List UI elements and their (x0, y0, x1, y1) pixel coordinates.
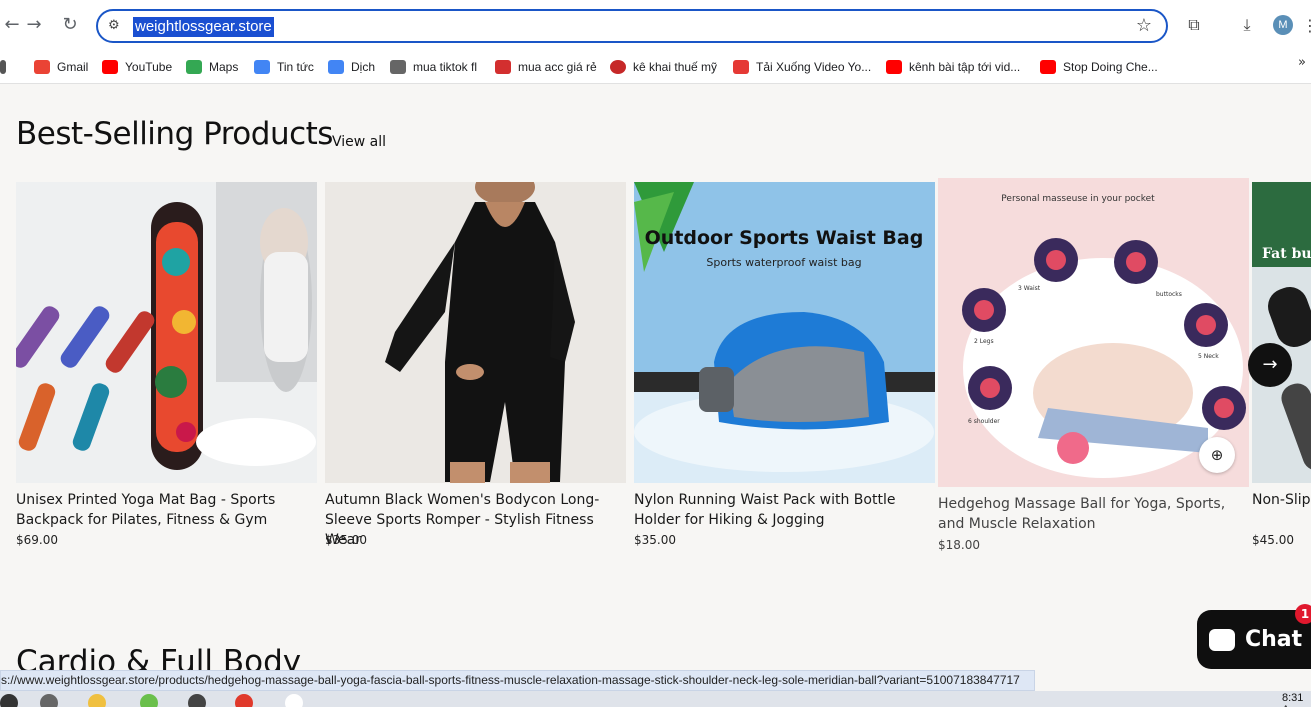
waist-bag-image-subtitle: Sports waterproof waist bag (706, 256, 861, 269)
youtube-icon (1040, 60, 1056, 74)
address-bar[interactable]: ⚙ weightlossgear.store ☆ (96, 9, 1168, 43)
product-name[interactable]: Non-Slip Strength (1252, 490, 1311, 510)
download-icon[interactable]: ⤓ (1235, 13, 1259, 37)
product-card[interactable]: Autumn Black Women's Bodycon Long-Sleeve… (325, 182, 626, 548)
section-title: Best-Selling Products (16, 116, 333, 152)
site-icon (610, 60, 626, 74)
product-card[interactable]: Outdoor Sports Waist Bag Sports waterpro… (634, 182, 935, 547)
site-icon (390, 60, 406, 74)
taskbar: 8:31 A (0, 691, 1311, 707)
massage-image-title: Personal masseuse in your pocket (1001, 194, 1155, 204)
bookmark-acc[interactable]: mua acc giá rẻ (495, 55, 597, 79)
bookmark-label: Stop Doing Che... (1063, 60, 1158, 74)
product-card[interactable]: Personal masseuse in your pocket 3 Waist… (938, 178, 1249, 552)
bookmark-label: mua tiktok fl (413, 60, 478, 74)
app-icon[interactable] (140, 694, 158, 707)
arrow-right-icon: → (1262, 354, 1278, 375)
product-image[interactable] (16, 182, 317, 483)
bookmark-label: YouTube (125, 60, 173, 74)
view-all-link[interactable]: View all (332, 134, 386, 150)
bookmark-translate[interactable]: Dịch (328, 55, 375, 79)
product-5-image-text: Fat bur (1262, 246, 1311, 262)
search-icon[interactable] (40, 694, 58, 707)
product-image[interactable]: Fat bur (1252, 182, 1311, 483)
bookmark-stop-doing[interactable]: Stop Doing Che... (1040, 55, 1158, 79)
app-icon[interactable] (188, 694, 206, 707)
bookmark-label: kê khai thuế mỹ (633, 60, 718, 74)
letter-a-icon (495, 60, 511, 74)
massage-label-waist: 3 Waist (1018, 285, 1041, 292)
bookmark-label: kênh bài tập tới vid... (909, 60, 1021, 74)
bookmark-label: Tải Xuống Video Yo... (756, 60, 872, 74)
bookmark-tiktok[interactable]: mua tiktok fl (390, 55, 477, 79)
apps-icon[interactable] (0, 55, 13, 79)
url-text[interactable]: weightlossgear.store (133, 17, 274, 37)
arrow-left-icon[interactable]: ← (0, 13, 24, 37)
product-image[interactable]: Outdoor Sports Waist Bag Sports waterpro… (634, 182, 935, 483)
puzzle-icon[interactable]: ⧉ (1182, 13, 1206, 37)
bookmark-maps[interactable]: Maps (186, 55, 238, 79)
windows-icon[interactable] (0, 694, 18, 707)
browser-toolbar: ← → ↻ ⚙ weightlossgear.store ☆ ⧉ ⤓ M ⋮ (0, 0, 1311, 50)
bookmark-label: Dịch (351, 60, 376, 74)
chrome-icon[interactable] (235, 694, 253, 707)
chat-button[interactable]: Chat (1197, 610, 1311, 669)
product-card[interactable]: Unisex Printed Yoga Mat Bag - Sports Bac… (16, 182, 317, 547)
massage-label-buttocks: buttocks (1156, 291, 1182, 298)
shopping-bag-icon: ⊕ (1210, 446, 1224, 464)
bookmark-kenh[interactable]: kênh bài tập tới vid... (886, 55, 1020, 79)
arrow-right-icon[interactable]: → (22, 13, 46, 37)
bookmark-thue[interactable]: kê khai thuế mỹ (610, 55, 717, 79)
waist-bag-image-title: Outdoor Sports Waist Bag (645, 227, 924, 249)
product-image[interactable]: Personal masseuse in your pocket 3 Waist… (938, 178, 1249, 487)
bookmark-label: mua acc giá rẻ (518, 60, 597, 74)
carousel-next-button[interactable]: → (1248, 343, 1292, 387)
youtube-icon (102, 60, 118, 74)
chat-bubble-icon (1209, 628, 1235, 651)
massage-label-shoulder: 6 shoulder (968, 418, 1000, 425)
product-price: $35.00 (325, 533, 367, 547)
chevron-right-icon[interactable]: » (1298, 55, 1306, 70)
clock: 8:31 A (1282, 692, 1304, 707)
bookmark-label: Tin tức (277, 60, 314, 74)
bookmarks-bar: Gmail YouTube Maps Tin tức Dịch mua tikt… (0, 50, 1311, 84)
star-icon[interactable]: ☆ (1136, 15, 1152, 36)
folder-icon[interactable] (88, 694, 106, 707)
translate-icon (328, 60, 344, 74)
product-name[interactable]: Nylon Running Waist Pack with Bottle Hol… (634, 490, 939, 530)
bookmark-youtube[interactable]: YouTube (102, 55, 172, 79)
massage-label-legs: 2 Legs (974, 338, 994, 345)
news-icon (254, 60, 270, 74)
avatar[interactable]: M (1273, 15, 1293, 35)
status-url-bar: s://www.weightlossgear.store/products/he… (0, 670, 1035, 691)
product-name[interactable]: Unisex Printed Yoga Mat Bag - Sports Bac… (16, 490, 321, 530)
product-price: $18.00 (938, 538, 980, 552)
bookmark-label: Maps (209, 60, 239, 74)
reload-icon[interactable]: ↻ (58, 13, 82, 37)
product-name[interactable]: Hedgehog Massage Ball for Yoga, Sports, … (938, 494, 1243, 534)
product-price: $69.00 (16, 533, 58, 547)
notification-badge: 1 (1295, 604, 1311, 624)
product-price: $45.00 (1252, 533, 1294, 547)
product-name[interactable]: Autumn Black Women's Bodycon Long-Sleeve… (325, 490, 630, 550)
product-image[interactable] (325, 182, 626, 483)
download-site-icon (733, 60, 749, 74)
product-price: $35.00 (634, 533, 676, 547)
app-icon[interactable] (285, 694, 303, 707)
bookmark-label: Gmail (57, 60, 89, 74)
quick-add-button[interactable]: ⊕ (1199, 437, 1235, 473)
more-vert-icon[interactable]: ⋮ (1302, 16, 1311, 35)
youtube-icon (886, 60, 902, 74)
tune-icon[interactable]: ⚙ (108, 17, 126, 35)
gmail-icon (34, 60, 50, 74)
bookmark-gmail[interactable]: Gmail (34, 55, 88, 79)
massage-label-neck: 5 Neck (1198, 353, 1219, 360)
maps-icon (186, 60, 202, 74)
bookmark-news[interactable]: Tin tức (254, 55, 314, 79)
bookmark-download-video[interactable]: Tải Xuống Video Yo... (733, 55, 871, 79)
chat-label: Chat (1245, 627, 1303, 652)
